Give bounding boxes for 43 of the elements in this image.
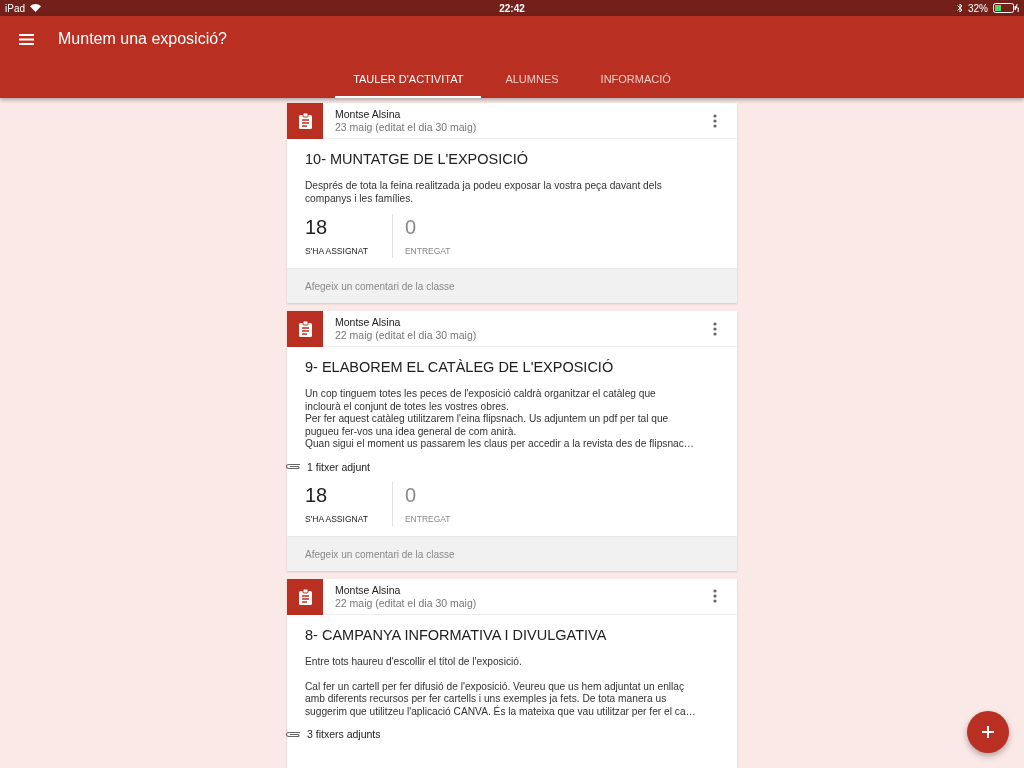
clipboard-icon bbox=[298, 588, 312, 605]
stat-label: ENTREGAT bbox=[404, 246, 451, 256]
menu-icon[interactable] bbox=[19, 33, 34, 45]
assignment-description: Entre tots haureu d'escollir el títol de l'exposició. Cal fer un cartell per fer difusió de l'exposició. Veureu que us hem adjuntat un enllaç amb diferents recursos per fer cartells i uns exemples ja fets. De tota manera us suggerim que utilitzeu l'aplicació CANVA. És la mateixa que vau utilitzar per fer el ca… bbox=[305, 655, 697, 718]
stat-number: 0 bbox=[404, 482, 417, 508]
stat-label: S'HA ASSIGNAT bbox=[305, 513, 368, 524]
battery-percentage: 32% bbox=[968, 2, 988, 14]
more-options-icon[interactable] bbox=[713, 113, 717, 128]
stat-number: 18 bbox=[305, 215, 329, 240]
post-date: 23 maig (editat el dia 30 maig) bbox=[335, 121, 478, 133]
app-title: Muntem una exposició? bbox=[58, 30, 227, 48]
attachment-count[interactable]: 1 fitxer adjunt bbox=[307, 460, 371, 473]
add-button[interactable] bbox=[967, 711, 1009, 753]
stat-label: ENTREGAT bbox=[404, 513, 451, 524]
paperclip-icon bbox=[285, 463, 301, 470]
bluetooth-icon bbox=[957, 3, 963, 13]
clipboard-icon bbox=[298, 321, 312, 337]
assignment-description: Un cop tinguem totes les peces de l'exposició caldrà organitzar el catàleg que inclourà el conjunt de totes les vostres obres. Per fer aquest catàleg utilitzarem l'eina flipsnach. Us adjuntem un pdf per tal que pugueu fer-vos una idea general de com anirà. Quan sigui el moment us passarem les claus per accedir a la revista des de flipsnac… bbox=[305, 388, 695, 451]
assignment-title[interactable]: 10- MUNTATGE DE L'EXPOSICIÓ bbox=[305, 151, 719, 167]
clipboard-icon bbox=[298, 113, 312, 129]
tab[interactable]: TAULER D'ACTIVITAT bbox=[335, 62, 482, 98]
attachment-count[interactable]: 3 fitxers adjunts bbox=[307, 728, 381, 740]
stat-label: S'HA ASSIGNAT bbox=[305, 246, 368, 256]
more-options-icon[interactable] bbox=[713, 589, 717, 603]
assignment-description: Després de tota la feina realitzada ja podeu exposar la vostra peça davant dels companys i les famílies. bbox=[305, 180, 663, 205]
assignment-title[interactable]: 9- ELABOREM EL CATÀLEG DE L'EXPOSICIÓ bbox=[305, 359, 719, 375]
clock-time: 22:42 bbox=[499, 2, 525, 14]
tab[interactable]: INFORMACIÓ bbox=[582, 62, 689, 98]
post-date: 22 maig (editat el dia 30 maig) bbox=[335, 329, 478, 341]
assignment-title[interactable]: 8- CAMPANYA INFORMATIVA I DIVULGATIVA bbox=[305, 626, 719, 643]
more-options-icon[interactable] bbox=[713, 321, 717, 336]
plus-icon bbox=[982, 726, 994, 738]
paperclip-icon bbox=[285, 730, 301, 738]
author-name: Montse Alsina bbox=[335, 316, 402, 328]
author-name: Montse Alsina bbox=[335, 583, 402, 596]
battery-icon bbox=[993, 3, 1019, 13]
device-name: iPad bbox=[5, 2, 25, 14]
post-date: 22 maig (editat el dia 30 maig) bbox=[335, 596, 478, 609]
wifi-icon bbox=[30, 4, 41, 12]
stat-number: 18 bbox=[305, 482, 329, 508]
author-name: Montse Alsina bbox=[335, 108, 402, 120]
tab[interactable]: ALUMNES bbox=[487, 62, 577, 98]
stat-number: 0 bbox=[404, 215, 417, 240]
